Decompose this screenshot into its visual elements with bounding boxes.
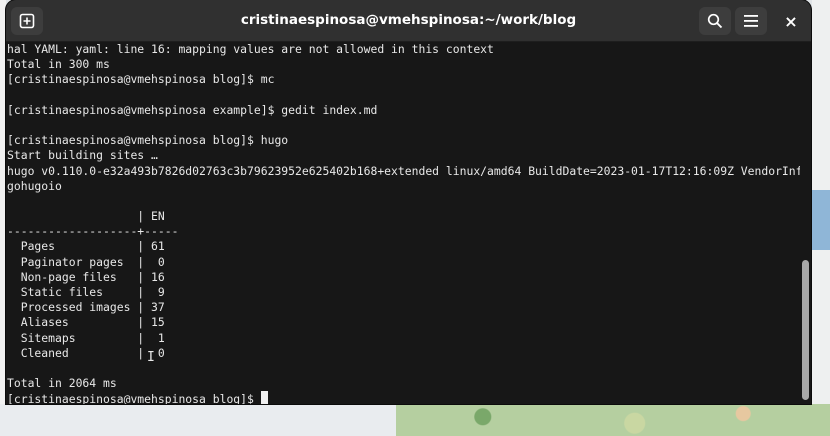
desktop-wallpaper-strip	[396, 404, 830, 436]
terminal-line: Aliases | 15	[7, 315, 165, 330]
terminal-line: [cristinaespinosa@vmehspinosa blog]$ mc	[7, 72, 275, 87]
search-icon	[707, 13, 723, 29]
terminal-line: hal YAML: yaml: line 16: mapping values …	[7, 42, 494, 56]
close-icon: ×	[784, 11, 798, 31]
scrollbar-thumb[interactable]	[802, 260, 809, 400]
scrollbar[interactable]	[801, 42, 811, 404]
search-button[interactable]	[699, 7, 731, 35]
terminal-line: Cleaned | 0	[7, 345, 165, 360]
terminal-line: Processed images | 37	[7, 300, 165, 315]
terminal-line: Pages | 61	[7, 239, 165, 254]
i-beam-cursor-icon: I	[147, 350, 155, 365]
terminal-line: | EN	[7, 209, 165, 224]
desktop-background-bottom	[0, 404, 396, 436]
terminal-line: hugo v0.110.0-e32a493b7826d02763c3b79623…	[7, 163, 800, 178]
terminal-line: Start building sites …	[7, 148, 158, 163]
prompt-text: [cristinaespinosa@vmehspinosa blog]$	[7, 392, 261, 404]
desktop-background-accent	[812, 190, 830, 250]
terminal-line: -------------------+-----	[7, 224, 179, 239]
prompt-line[interactable]: [cristinaespinosa@vmehspinosa blog]$	[7, 391, 800, 404]
menu-button[interactable]	[735, 7, 767, 35]
terminal-lines: hal YAML: yaml: line 16: mapping values …	[7, 42, 800, 391]
plus-square-icon	[19, 13, 35, 29]
window-title: cristinaespinosa@vmehspinosa:~/work/blog	[240, 12, 577, 28]
terminal-line: [cristinaespinosa@vmehspinosa blog]$ hug…	[7, 133, 289, 148]
text-cursor	[260, 391, 268, 404]
title-bar[interactable]: cristinaespinosa@vmehspinosa:~/work/blog…	[6, 0, 811, 42]
terminal-line: Total in 300 ms	[7, 57, 110, 72]
terminal-line: [cristinaespinosa@vmehspinosa example]$ …	[7, 102, 378, 117]
terminal-line: Paginator pages | 0	[7, 254, 165, 269]
desktop-background-right	[812, 0, 830, 436]
terminal-output[interactable]: hal YAML: yaml: line 16: mapping values …	[6, 42, 800, 404]
hamburger-menu-icon	[744, 15, 758, 27]
close-button[interactable]: ×	[775, 7, 807, 35]
terminal-line: gohugoio	[7, 178, 62, 193]
terminal-line: Non-page files | 16	[7, 269, 165, 284]
terminal-line: Total in 2064 ms	[7, 376, 117, 391]
new-tab-button[interactable]	[11, 7, 43, 35]
terminal-window: cristinaespinosa@vmehspinosa:~/work/blog…	[6, 0, 811, 404]
terminal-line: Sitemaps | 1	[7, 330, 165, 345]
terminal-line: Static files | 9	[7, 285, 165, 299]
